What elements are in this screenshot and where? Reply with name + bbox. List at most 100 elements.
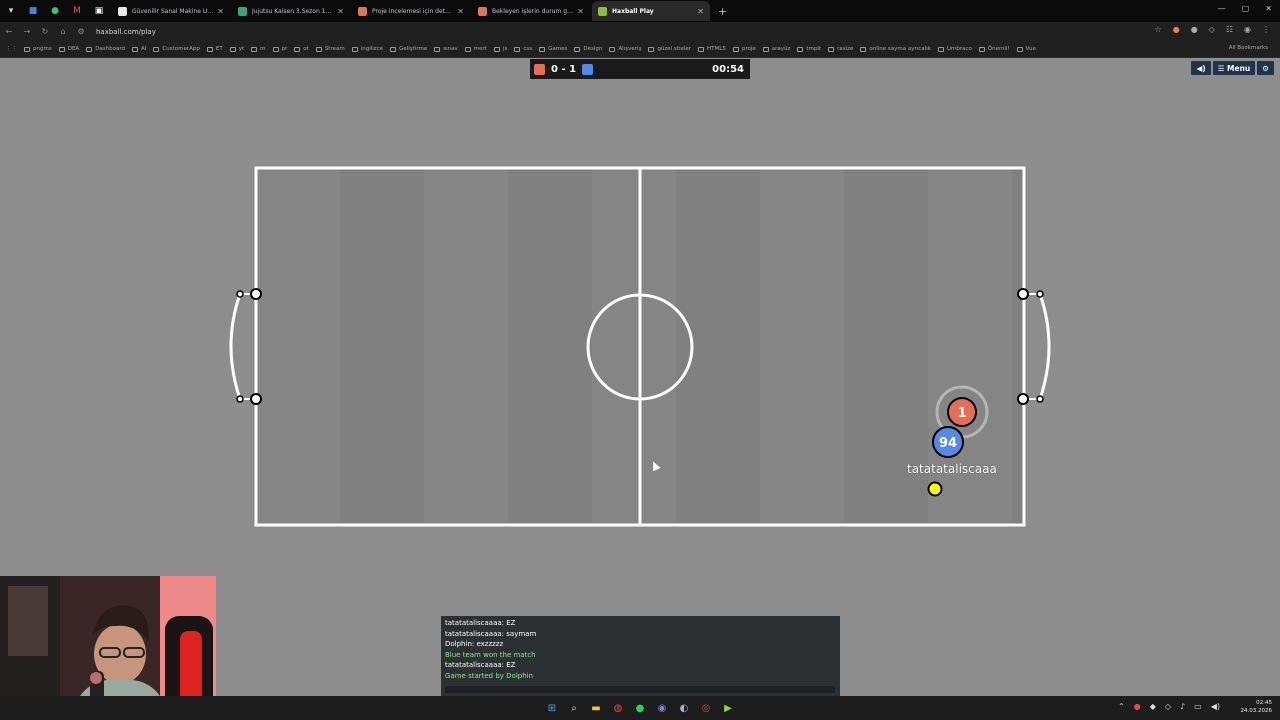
search-icon[interactable]: ⌕ [566, 700, 582, 716]
bookmark-item[interactable]: Dashboard [86, 46, 125, 52]
bookmark-item[interactable]: proje [732, 46, 756, 52]
reload-icon[interactable]: ↻ [36, 27, 54, 36]
browser-tab[interactable]: Güvenilir Sanal Makine Uygulaması ✕ [112, 1, 230, 21]
bookmark-item[interactable]: CustomerApp [153, 46, 200, 52]
bookmark-label: Geliştirme [399, 46, 428, 52]
right-goal-post-bottom [1017, 393, 1029, 405]
minimize-icon[interactable]: — [1218, 4, 1226, 13]
folder-icon [294, 46, 301, 52]
bookmark-item[interactable]: güzel siteler [648, 46, 691, 52]
bookmark-item[interactable]: rasize [828, 46, 853, 52]
bookmark-item[interactable]: tmplt [797, 46, 821, 52]
tab-title: Proje incelemesi için detaylı prompt [372, 7, 453, 15]
menu-button[interactable]: ☰ Menu [1212, 61, 1256, 75]
folder-icon [272, 46, 279, 52]
all-bookmarks-button[interactable]: All Bookmarks [1229, 45, 1268, 51]
tray-app-icon[interactable]: ◇ [1165, 702, 1171, 711]
site-info-icon[interactable]: ⚙ [72, 27, 90, 36]
new-tab-button[interactable]: + [718, 5, 727, 18]
bookmark-item[interactable]: arayüz [762, 46, 790, 52]
back-icon[interactable]: ← [0, 27, 18, 36]
bookmark-item[interactable]: m [251, 46, 266, 52]
close-tab-icon[interactable]: ✕ [457, 7, 464, 16]
obs-icon[interactable]: ◎ [698, 700, 714, 716]
score-text: 0 - 1 [551, 64, 576, 75]
chat-message: tatatataliscaaaa: EZ [445, 661, 516, 670]
browser-tab[interactable]: Bekleyen işlerin durum güncellemesi ✕ [472, 1, 590, 21]
extension-icon[interactable]: ● [1191, 25, 1198, 34]
bookmark-item[interactable]: HTML5 [698, 46, 726, 52]
folder-icon [24, 46, 30, 52]
tray-app-icon[interactable]: ◆ [1150, 702, 1156, 711]
clock[interactable]: 02:45 24.03.2026 [1241, 699, 1273, 715]
maximize-icon[interactable]: ▢ [1242, 4, 1250, 13]
microphone-icon[interactable]: ♪ [1180, 702, 1185, 711]
close-window-icon[interactable]: ✕ [1265, 4, 1272, 13]
bookmark-item[interactable]: sınav [434, 46, 458, 52]
bookmark-item[interactable]: pngms [24, 46, 52, 52]
bookmark-item[interactable]: pr [272, 46, 287, 52]
more-menu-icon[interactable]: ⋮ [1262, 25, 1270, 34]
profile-avatar[interactable]: ◉ [1244, 25, 1251, 34]
tab-search-icon[interactable]: ▾ [3, 3, 19, 19]
discord-icon[interactable]: ◉ [654, 700, 670, 716]
bookmark-item[interactable]: mert [464, 46, 487, 52]
bookmark-star-icon[interactable]: ☆ [1155, 25, 1162, 34]
speaker-icon[interactable]: ◀) [1191, 61, 1211, 75]
chat-input[interactable] [445, 686, 835, 693]
notion-tab-icon[interactable]: ▣ [91, 3, 107, 19]
extension-icon[interactable]: ● [1173, 25, 1180, 34]
browser-tab[interactable]: Proje incelemesi için detaylı prompt ✕ [352, 1, 470, 21]
bookmark-item[interactable]: AI [132, 46, 146, 52]
gear-icon[interactable]: ⚙ [1257, 61, 1274, 75]
translate-icon[interactable]: ☷ [1226, 25, 1233, 34]
whatsapp-tab-icon[interactable]: ● [47, 3, 63, 19]
bookmark-item[interactable]: Önemli! [978, 46, 1010, 52]
apps-icon[interactable]: ⋮⋮ [6, 46, 17, 52]
folder-icon [762, 46, 769, 52]
url-field[interactable]: haxball.com/play [96, 28, 156, 36]
bookmark-label: css [523, 46, 533, 52]
steam-icon[interactable]: ◐ [676, 700, 692, 716]
bookmark-item[interactable]: Games [539, 46, 567, 52]
bookmark-item[interactable]: ET [206, 46, 223, 52]
chevron-up-icon[interactable]: ⌃ [1118, 702, 1125, 711]
bookmark-item[interactable]: yt [229, 46, 244, 52]
bookmark-item[interactable]: ot [294, 46, 309, 52]
spotify-icon[interactable]: ● [632, 700, 648, 716]
bookmark-item[interactable]: Vue [1016, 46, 1036, 52]
bookmark-label: js [502, 46, 508, 52]
monitor-icon[interactable]: ▭ [1194, 702, 1202, 711]
bookmark-item[interactable]: Design [574, 46, 602, 52]
browser-tab[interactable]: Haxball Play ✕ [592, 1, 710, 21]
bookmark-item[interactable]: online sayma ayrıcalık [860, 46, 931, 52]
gmail-tab-icon[interactable]: M [69, 3, 85, 19]
chrome-icon[interactable]: ◍ [610, 700, 626, 716]
windows-start-icon[interactable]: ⊞ [544, 700, 560, 716]
bookmark-label: CustomerApp [162, 46, 200, 52]
file-explorer-icon[interactable]: ▬ [588, 700, 604, 716]
haxball-app-icon[interactable]: ▶ [720, 700, 736, 716]
bookmark-item[interactable]: DEA [58, 46, 79, 52]
extensions-puzzle-icon[interactable]: ◇ [1209, 25, 1215, 34]
bookmark-label: Önemli! [987, 46, 1010, 52]
home-icon[interactable]: ⌂ [54, 27, 72, 36]
bookmark-item[interactable]: Umbraco [937, 46, 972, 52]
bookmark-item[interactable]: Geliştirme [390, 46, 427, 52]
window-controls: — ▢ ✕ [1218, 4, 1272, 13]
close-tab-icon[interactable]: ✕ [697, 7, 704, 16]
volume-icon[interactable]: ◀) [1211, 702, 1220, 711]
close-tab-icon[interactable]: ✕ [577, 7, 584, 16]
tray-app-icon[interactable]: ● [1134, 702, 1141, 711]
forward-icon[interactable]: → [18, 27, 36, 36]
bookmark-item[interactable]: Alışveriş [609, 46, 641, 52]
folder-icon [206, 46, 213, 52]
pinned-tab-icon[interactable]: ■ [25, 3, 41, 19]
browser-tab[interactable]: Jujutsu Kaisen 3.Sezon 11. Bölüm ✕ [232, 1, 350, 21]
bookmark-item[interactable]: ingilizce [351, 46, 383, 52]
bookmark-item[interactable]: css [514, 46, 532, 52]
bookmark-item[interactable]: Stream [315, 46, 345, 52]
close-tab-icon[interactable]: ✕ [217, 7, 224, 16]
bookmark-item[interactable]: js [493, 46, 508, 52]
close-tab-icon[interactable]: ✕ [337, 7, 344, 16]
